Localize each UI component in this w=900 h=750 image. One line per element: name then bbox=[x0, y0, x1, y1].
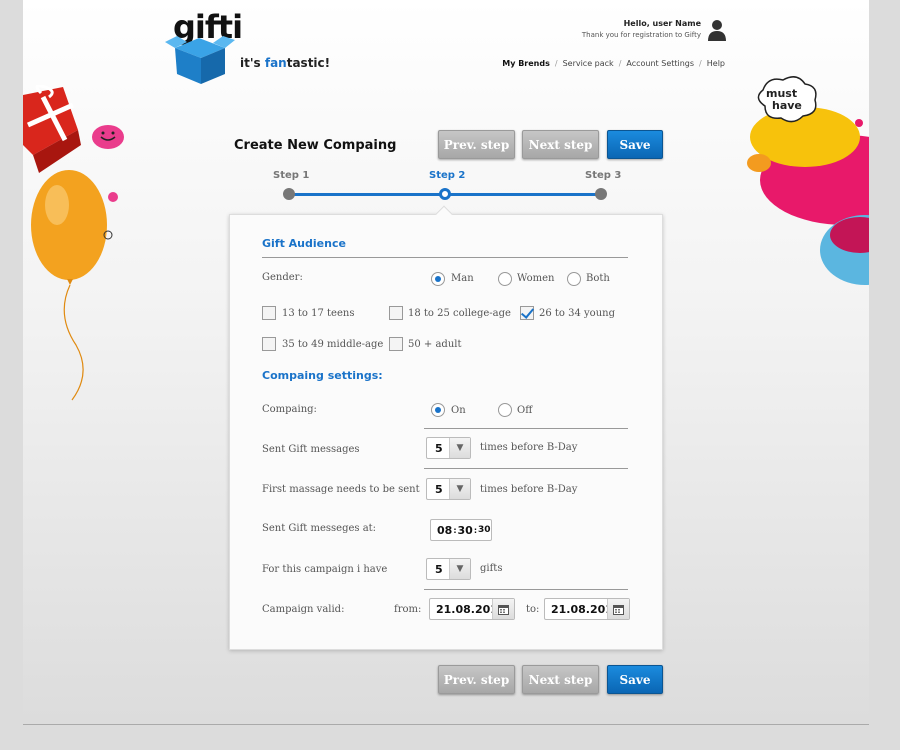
gender-man-radio[interactable] bbox=[431, 272, 445, 286]
age-35-49-checkbox[interactable] bbox=[262, 337, 276, 351]
campaign-form-panel: Gift Audience Gender: Man Women Both 13 … bbox=[229, 205, 663, 650]
user-avatar-icon[interactable] bbox=[707, 19, 727, 41]
time-minutes: 30 bbox=[457, 523, 473, 537]
colorful-blobs-decoration: must have bbox=[747, 76, 869, 285]
step-line-done bbox=[289, 193, 445, 196]
gender-women-label: Women bbox=[517, 273, 555, 284]
sent-messages-suffix: times before B-Day bbox=[480, 442, 578, 453]
nav-separator: / bbox=[699, 59, 702, 68]
nav-help[interactable]: Help bbox=[707, 59, 725, 68]
step-2-label: Step 2 bbox=[429, 170, 466, 181]
age-18-25-label: 18 to 25 college-age bbox=[408, 308, 511, 319]
page: must have gifti it's fantastic! Hello, u… bbox=[23, 0, 869, 725]
step-progress: Step 1 Step 2 Step 3 bbox=[273, 168, 621, 204]
age-35-49-label: 35 to 49 middle-age bbox=[282, 339, 384, 350]
step-3-dot[interactable] bbox=[595, 188, 607, 200]
user-greeting: Hello, user Name bbox=[623, 19, 701, 28]
age-13-17-label: 13 to 17 teens bbox=[282, 308, 355, 319]
time-colon: : bbox=[453, 525, 457, 535]
time-seconds: 30 bbox=[478, 525, 491, 535]
age-50-plus-checkbox[interactable] bbox=[389, 337, 403, 351]
tagline-highlight: fan bbox=[264, 56, 287, 70]
gifts-select[interactable]: 5 ▼ bbox=[426, 558, 471, 580]
age-13-17-checkbox[interactable] bbox=[262, 306, 276, 320]
to-date-input[interactable]: 21.08.2013 bbox=[544, 598, 630, 620]
nav-service-pack[interactable]: Service pack bbox=[563, 59, 614, 68]
send-time-input[interactable]: 08:30:30 bbox=[430, 519, 492, 541]
nav-my-brends[interactable]: My Brends bbox=[502, 59, 550, 68]
campaign-valid-label: Campaign valid: bbox=[262, 604, 345, 615]
gift-box-icon bbox=[165, 36, 235, 84]
gender-label: Gender: bbox=[262, 272, 303, 283]
nav-separator: / bbox=[554, 59, 558, 68]
time-colon: : bbox=[473, 525, 478, 535]
compaing-on-radio[interactable] bbox=[431, 403, 445, 417]
step-1-dot[interactable] bbox=[283, 188, 295, 200]
sticker-text-have: have bbox=[772, 99, 802, 112]
gender-women-radio[interactable] bbox=[498, 272, 512, 286]
divider bbox=[262, 257, 628, 258]
save-button-top[interactable]: Save bbox=[607, 130, 663, 159]
step-2-dot[interactable] bbox=[439, 188, 451, 200]
time-hours: 08 bbox=[437, 523, 453, 537]
sent-messages-value: 5 bbox=[435, 442, 443, 455]
first-message-value: 5 bbox=[435, 483, 443, 496]
compaing-off-label: Off bbox=[517, 405, 533, 416]
to-label: to: bbox=[526, 604, 540, 615]
compaing-on-label: On bbox=[451, 405, 466, 416]
divider bbox=[424, 468, 628, 469]
age-50-plus-label: 50 + adult bbox=[408, 339, 462, 350]
save-button-bottom[interactable]: Save bbox=[607, 665, 663, 694]
panel-notch bbox=[435, 205, 453, 223]
tagline-prefix: it's bbox=[240, 56, 265, 70]
sent-messages-select[interactable]: 5 ▼ bbox=[426, 437, 471, 459]
first-message-label: First massage needs to be sent bbox=[262, 484, 420, 495]
next-step-button-bottom[interactable]: Next step bbox=[522, 665, 599, 694]
page-title: Create New Compaing bbox=[234, 138, 397, 153]
prev-step-button-bottom[interactable]: Prev. step bbox=[438, 665, 515, 694]
age-18-25-checkbox[interactable] bbox=[389, 306, 403, 320]
chevron-down-icon: ▼ bbox=[449, 479, 470, 499]
step-3-label: Step 3 bbox=[585, 170, 622, 181]
sent-at-label: Sent Gift messeges at: bbox=[262, 523, 377, 534]
next-step-button-top[interactable]: Next step bbox=[522, 130, 599, 159]
chevron-down-icon: ▼ bbox=[449, 559, 470, 579]
step-1-label: Step 1 bbox=[273, 170, 310, 181]
gift-balloon-decoration bbox=[23, 85, 124, 401]
compaing-off-radio[interactable] bbox=[498, 403, 512, 417]
user-greeting-box: Hello, user Name Thank you for registrat… bbox=[582, 19, 701, 39]
gender-both-label: Both bbox=[586, 273, 610, 284]
gifts-label: For this campaign i have bbox=[262, 564, 388, 575]
calendar-icon[interactable] bbox=[607, 599, 629, 619]
divider bbox=[424, 428, 628, 429]
user-subtext: Thank you for registration to Gifty bbox=[581, 31, 701, 39]
prev-step-button-top[interactable]: Prev. step bbox=[438, 130, 515, 159]
gender-both-radio[interactable] bbox=[567, 272, 581, 286]
tagline: it's fantastic! bbox=[240, 56, 330, 70]
divider bbox=[424, 589, 628, 590]
from-label: from: bbox=[394, 604, 422, 615]
chevron-down-icon: ▼ bbox=[449, 438, 470, 458]
compaing-label: Compaing: bbox=[262, 404, 317, 415]
age-26-34-checkbox[interactable] bbox=[520, 306, 534, 320]
step-line-pending bbox=[445, 193, 601, 196]
calendar-icon[interactable] bbox=[492, 599, 514, 619]
gifts-suffix: gifts bbox=[480, 563, 503, 574]
compaing-settings-title: Compaing settings: bbox=[262, 369, 383, 382]
nav-separator: / bbox=[618, 59, 622, 68]
gender-man-label: Man bbox=[451, 273, 474, 284]
first-message-suffix: times before B-Day bbox=[480, 484, 578, 495]
age-26-34-label: 26 to 34 young bbox=[539, 308, 615, 319]
top-navigation: My Brends / Service pack / Account Setti… bbox=[502, 59, 725, 68]
gifti-logo[interactable]: gifti it's fantastic! bbox=[165, 8, 335, 86]
from-date-input[interactable]: 21.08.2013 bbox=[429, 598, 515, 620]
first-message-select[interactable]: 5 ▼ bbox=[426, 478, 471, 500]
tagline-suffix: tastic! bbox=[286, 56, 331, 70]
gift-audience-title: Gift Audience bbox=[262, 237, 346, 250]
gifts-value: 5 bbox=[435, 563, 443, 576]
sent-messages-label: Sent Gift messages bbox=[262, 444, 360, 455]
nav-account-settings[interactable]: Account Settings bbox=[626, 59, 694, 68]
